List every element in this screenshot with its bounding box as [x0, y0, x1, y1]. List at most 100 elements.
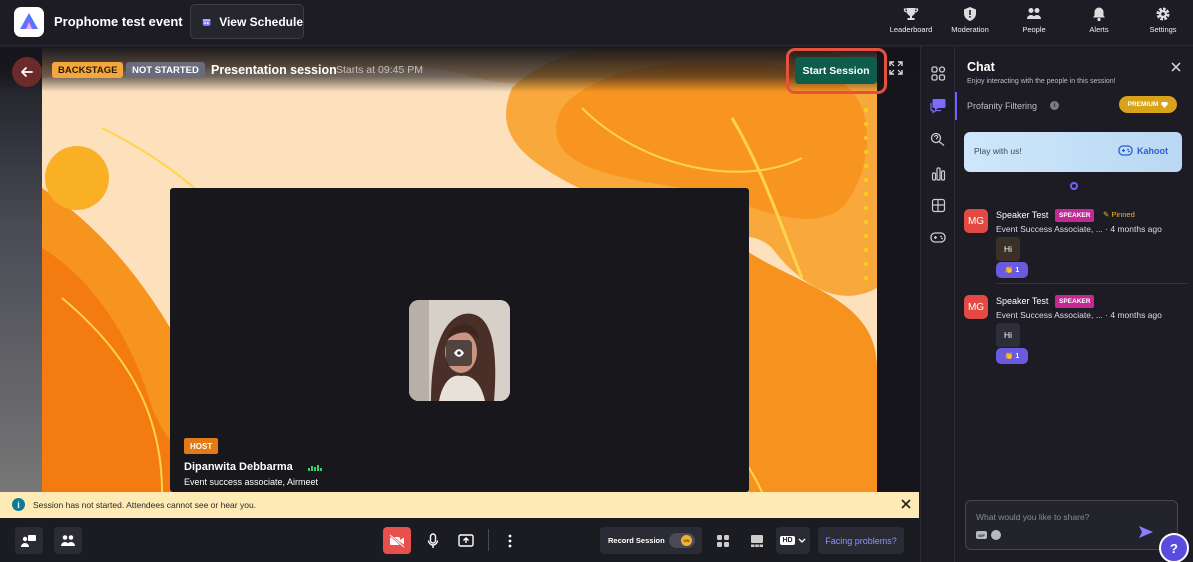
record-session-toggle[interactable]: ON — [669, 533, 695, 548]
grid-icon — [717, 534, 729, 547]
share-screen-button[interactable] — [452, 527, 480, 554]
profanity-filter-row: Profanity Filtering i PREMIUM — [955, 92, 1193, 120]
nav-leaderboard[interactable]: Leaderboard — [881, 0, 941, 46]
top-bar: Prophome test event View Schedule Leader… — [0, 0, 1193, 46]
speaker-video-tile[interactable]: HOST Dipanwita Debbarma Event success as… — [170, 188, 749, 492]
send-button[interactable] — [1138, 524, 1154, 540]
record-toggle-knob: ON — [681, 535, 692, 546]
reaction-count: 1 — [1015, 266, 1020, 274]
session-status-badge: NOT STARTED — [126, 62, 205, 78]
start-session-button[interactable]: Start Session — [795, 57, 877, 84]
emoji-icon[interactable] — [991, 530, 1001, 540]
app-logo[interactable] — [14, 7, 44, 37]
speaker-badge: SPEAKER — [1055, 295, 1095, 308]
fullscreen-button[interactable] — [886, 57, 906, 79]
diamond-icon — [1161, 101, 1169, 108]
avatar: MG — [964, 209, 988, 233]
toolbar-divider — [488, 529, 489, 551]
nav-settings[interactable]: Settings — [1133, 0, 1193, 46]
profanity-filter-label: Profanity Filtering — [967, 101, 1038, 111]
rail-qna-button[interactable] — [929, 130, 947, 148]
nav-moderation[interactable]: Moderation — [940, 0, 1000, 46]
clap-icon: 👏 — [1004, 267, 1014, 274]
microphone-icon — [427, 532, 439, 548]
rail-booth-button[interactable] — [929, 196, 947, 214]
rail-apps-button[interactable] — [929, 64, 947, 82]
message-divider — [996, 283, 1188, 284]
info-icon[interactable]: i — [1050, 101, 1059, 110]
clap-icon: 👏 — [1004, 353, 1014, 360]
facing-problems-button[interactable]: Facing problems? — [818, 527, 904, 554]
nav-leaderboard-label: Leaderboard — [889, 25, 933, 34]
video-quality-select[interactable]: HD — [776, 527, 810, 554]
session-notice-bar: i Session has not started. Attendees can… — [0, 492, 919, 518]
nav-moderation-label: Moderation — [951, 25, 989, 34]
message-author: Speaker Test — [996, 296, 1049, 306]
people-icon — [61, 534, 75, 546]
stage-area: BACKSTAGE NOT STARTED Presentation sessi… — [0, 48, 920, 492]
camera-toggle-button[interactable] — [383, 527, 411, 554]
presenter-icon — [21, 534, 36, 547]
pinned-label: ✎ Pinned — [1103, 210, 1135, 219]
message-org: Event Success Associate, ... — [996, 224, 1103, 234]
session-title: Presentation session — [211, 63, 337, 77]
people-icon — [1027, 8, 1041, 19]
control-bar: Record Session ON HD Facing problems? — [0, 518, 920, 562]
participants-button[interactable] — [54, 527, 82, 554]
grid-layout-button[interactable] — [709, 527, 737, 554]
kahoot-banner[interactable]: Play with us! Kahoot — [964, 132, 1182, 172]
view-schedule-label: View Schedule — [219, 14, 303, 29]
speaker-badge: SPEAKER — [1055, 209, 1095, 222]
nav-settings-label: Settings — [1149, 25, 1177, 34]
premium-label: PREMIUM — [1127, 101, 1159, 108]
chevron-down-icon — [798, 538, 806, 543]
decor-dots — [864, 108, 868, 280]
nav-alerts[interactable]: Alerts — [1069, 0, 1129, 46]
nav-people[interactable]: People — [1004, 0, 1064, 46]
chat-icon — [930, 98, 946, 113]
message-meta: Event Success Associate, ... · 4 months … — [996, 310, 1162, 320]
back-button[interactable] — [12, 57, 42, 87]
backstage-badge: BACKSTAGE — [52, 62, 124, 78]
more-vertical-icon — [508, 534, 512, 547]
kahoot-brand: Kahoot — [1118, 145, 1168, 156]
close-icon — [901, 499, 911, 509]
chat-input[interactable]: What would you like to share? — [976, 512, 1089, 522]
gif-button[interactable]: GIF — [976, 531, 987, 539]
calendar-icon — [202, 18, 211, 26]
info-icon: i — [12, 498, 25, 511]
gamepad-icon — [1118, 145, 1133, 156]
table-icon — [931, 198, 945, 212]
notice-close-button[interactable] — [900, 497, 912, 511]
premium-badge[interactable]: PREMIUM — [1119, 96, 1177, 113]
eye-icon[interactable] — [446, 340, 472, 366]
message-bubble: Hi — [996, 237, 1020, 261]
carousel-dot[interactable] — [1070, 182, 1078, 190]
side-rail — [920, 46, 955, 562]
record-session-control[interactable]: Record Session ON — [600, 527, 702, 554]
trophy-icon — [903, 8, 919, 20]
poll-icon — [931, 166, 945, 181]
stage-layout-button[interactable] — [15, 527, 43, 554]
rail-chat-button[interactable] — [929, 96, 947, 114]
view-schedule-button[interactable]: View Schedule — [190, 4, 304, 39]
spotlight-layout-icon — [751, 534, 763, 547]
microphone-button[interactable] — [419, 527, 447, 554]
bell-icon — [1093, 7, 1105, 22]
reaction-button[interactable]: 👏 1 — [996, 262, 1028, 278]
reaction-button[interactable]: 👏 1 — [996, 348, 1028, 364]
host-role: Event success associate, Airmeet — [184, 477, 319, 487]
close-icon — [1171, 62, 1181, 72]
apps-icon — [930, 65, 945, 81]
spotlight-layout-button[interactable] — [743, 527, 771, 554]
rail-games-button[interactable] — [929, 228, 947, 246]
kahoot-play-text: Play with us! — [974, 146, 1022, 156]
chat-title: Chat — [967, 60, 995, 74]
audio-level-icon — [308, 465, 322, 471]
more-options-button[interactable] — [496, 527, 524, 554]
chat-close-button[interactable] — [1170, 60, 1182, 72]
rail-polls-button[interactable] — [929, 164, 947, 182]
help-button[interactable]: ? — [1159, 533, 1189, 562]
camera-off-icon — [389, 533, 405, 548]
nav-people-label: People — [1022, 25, 1046, 34]
